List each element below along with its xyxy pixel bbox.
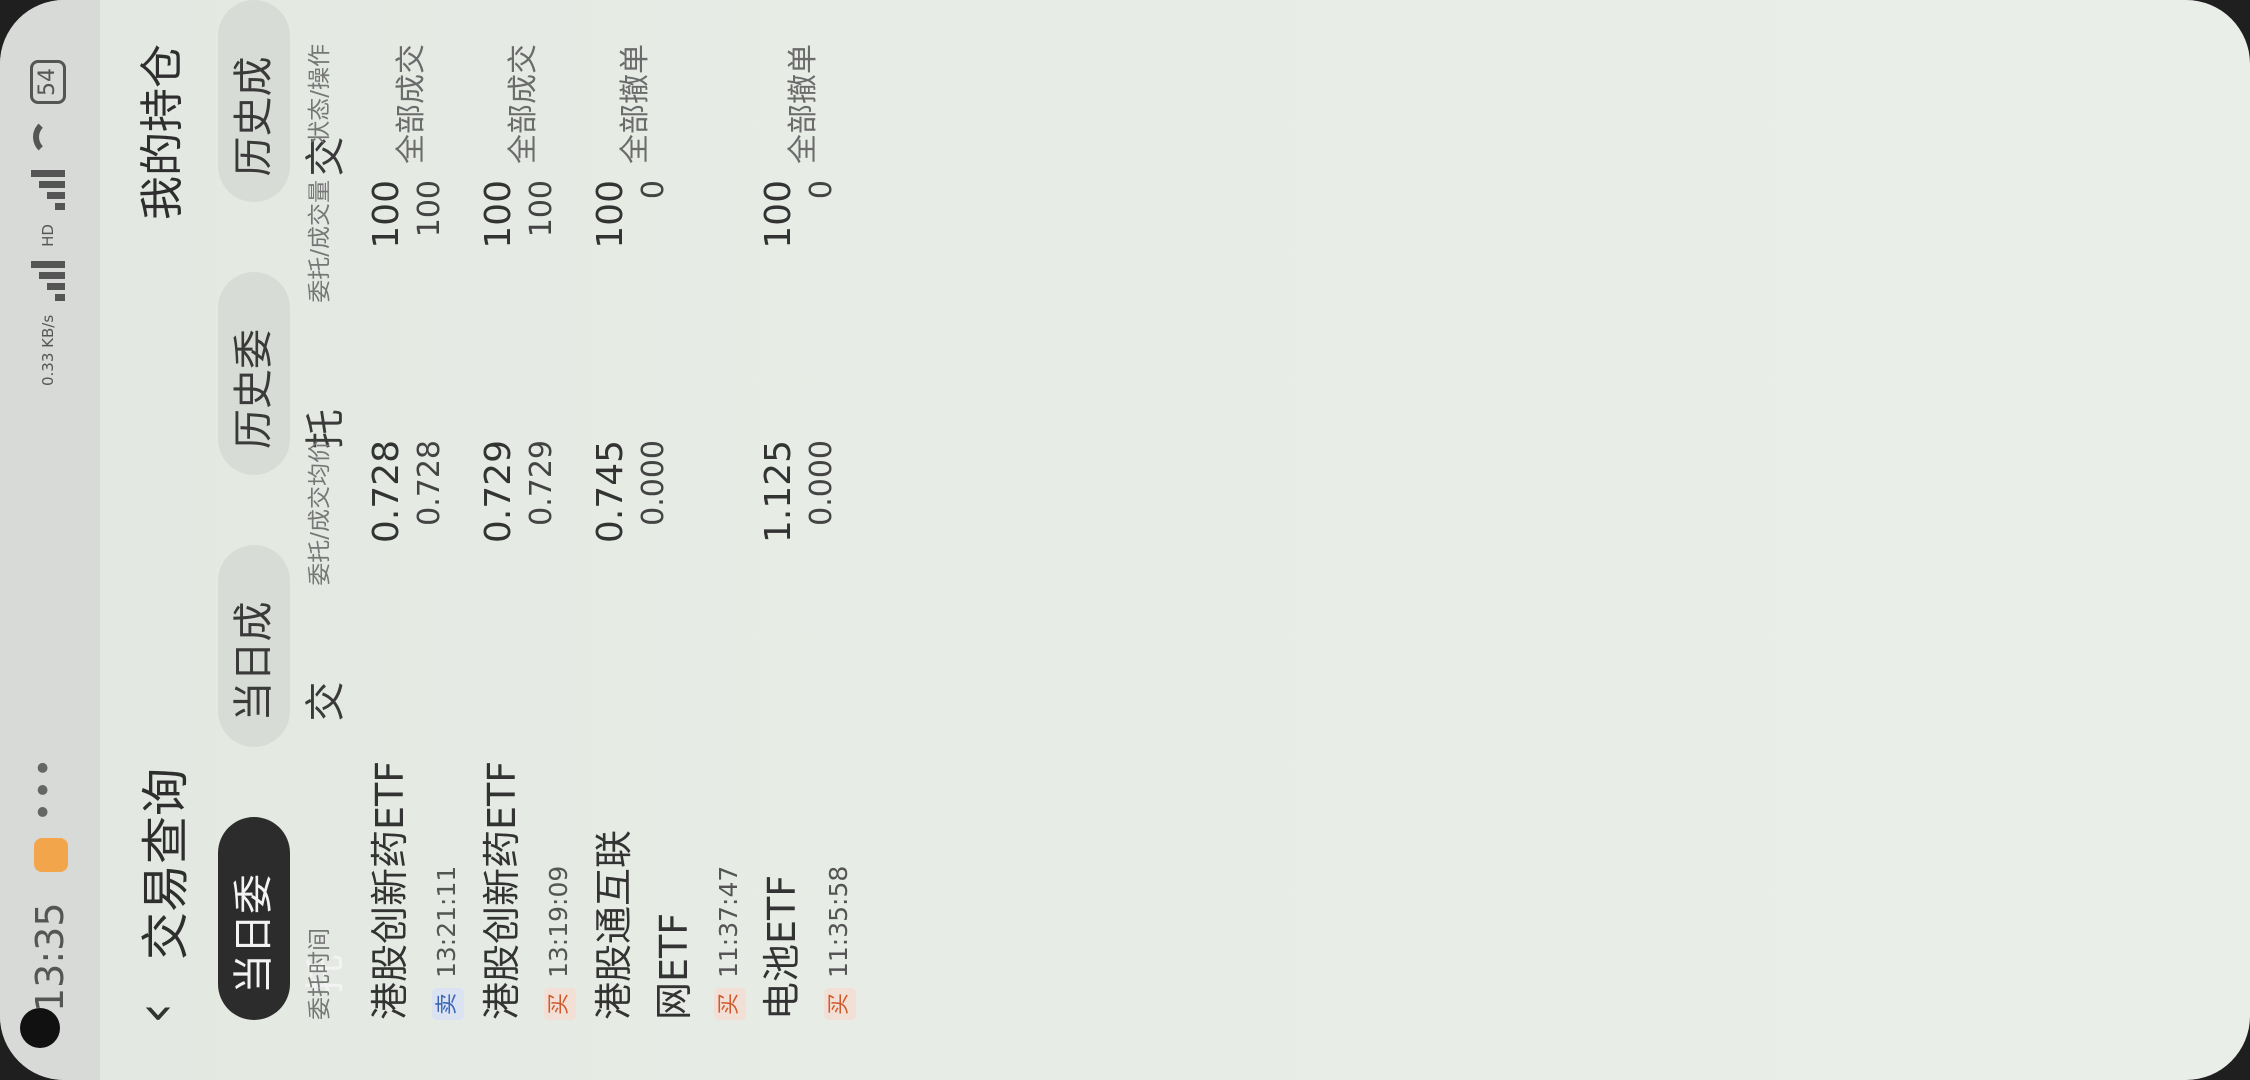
status-time: 13:35 bbox=[28, 902, 72, 1012]
front-camera bbox=[20, 1008, 60, 1048]
order-qty: 100 bbox=[366, 180, 407, 249]
wifi-icon bbox=[33, 118, 63, 156]
deal-qty: 0 bbox=[636, 180, 671, 200]
hd-badge: HD bbox=[39, 224, 57, 247]
page-title: 交易查询 bbox=[138, 767, 194, 960]
deal-qty: 100 bbox=[524, 180, 559, 238]
order-status: 全部撤单 bbox=[786, 44, 821, 164]
deal-qty: 100 bbox=[412, 180, 447, 238]
order-qty: 100 bbox=[758, 180, 799, 249]
col-header-qty: 委托/成交量 bbox=[307, 180, 333, 303]
more-notifications-icon: ••• bbox=[24, 755, 64, 822]
order-status: 全部成交 bbox=[394, 44, 429, 164]
deal-qty: 0 bbox=[804, 180, 839, 200]
net-speed: 0.33 KB/s bbox=[39, 314, 57, 387]
my-holdings-link[interactable]: 我的持仓 bbox=[126, 44, 190, 220]
signal-icon bbox=[31, 260, 65, 301]
chevron-left-icon[interactable]: ‹ bbox=[124, 1002, 187, 1024]
tab-history-orders[interactable]: 历史委托 bbox=[218, 272, 349, 475]
tab-history-deals[interactable]: 历史成交 bbox=[218, 0, 349, 203]
order-status: 全部撤单 bbox=[618, 44, 653, 164]
status-right: 0.33 KB/s HD 54 bbox=[30, 60, 66, 386]
page-header: ‹ 交易查询 我的持仓 bbox=[100, 0, 210, 1080]
status-bar: 13:35 ••• 0.33 KB/s HD 54 bbox=[0, 0, 100, 1080]
tab-today-deals[interactable]: 当日成交 bbox=[218, 545, 349, 748]
order-qty: 100 bbox=[590, 180, 631, 249]
signal-icon-2 bbox=[31, 170, 65, 210]
buy-tag: 买 bbox=[714, 988, 746, 1020]
order-qty: 100 bbox=[478, 180, 519, 249]
order-time: 11:37:47 bbox=[714, 865, 743, 978]
notification-app-icon bbox=[34, 838, 68, 872]
order-status: 全部成交 bbox=[506, 44, 541, 164]
col-header-status: 状态/操作 bbox=[307, 44, 333, 144]
phone-screen: 13:35 ••• 0.33 KB/s HD 54 ‹ 交易查询 我的持仓 当日… bbox=[0, 0, 2250, 1080]
battery-icon: 54 bbox=[30, 60, 66, 104]
tab-today-orders[interactable]: 当日委托 bbox=[218, 817, 349, 1020]
tab-bar: 当日委托 当日成交 历史委托 历史成交 bbox=[218, 0, 349, 1020]
